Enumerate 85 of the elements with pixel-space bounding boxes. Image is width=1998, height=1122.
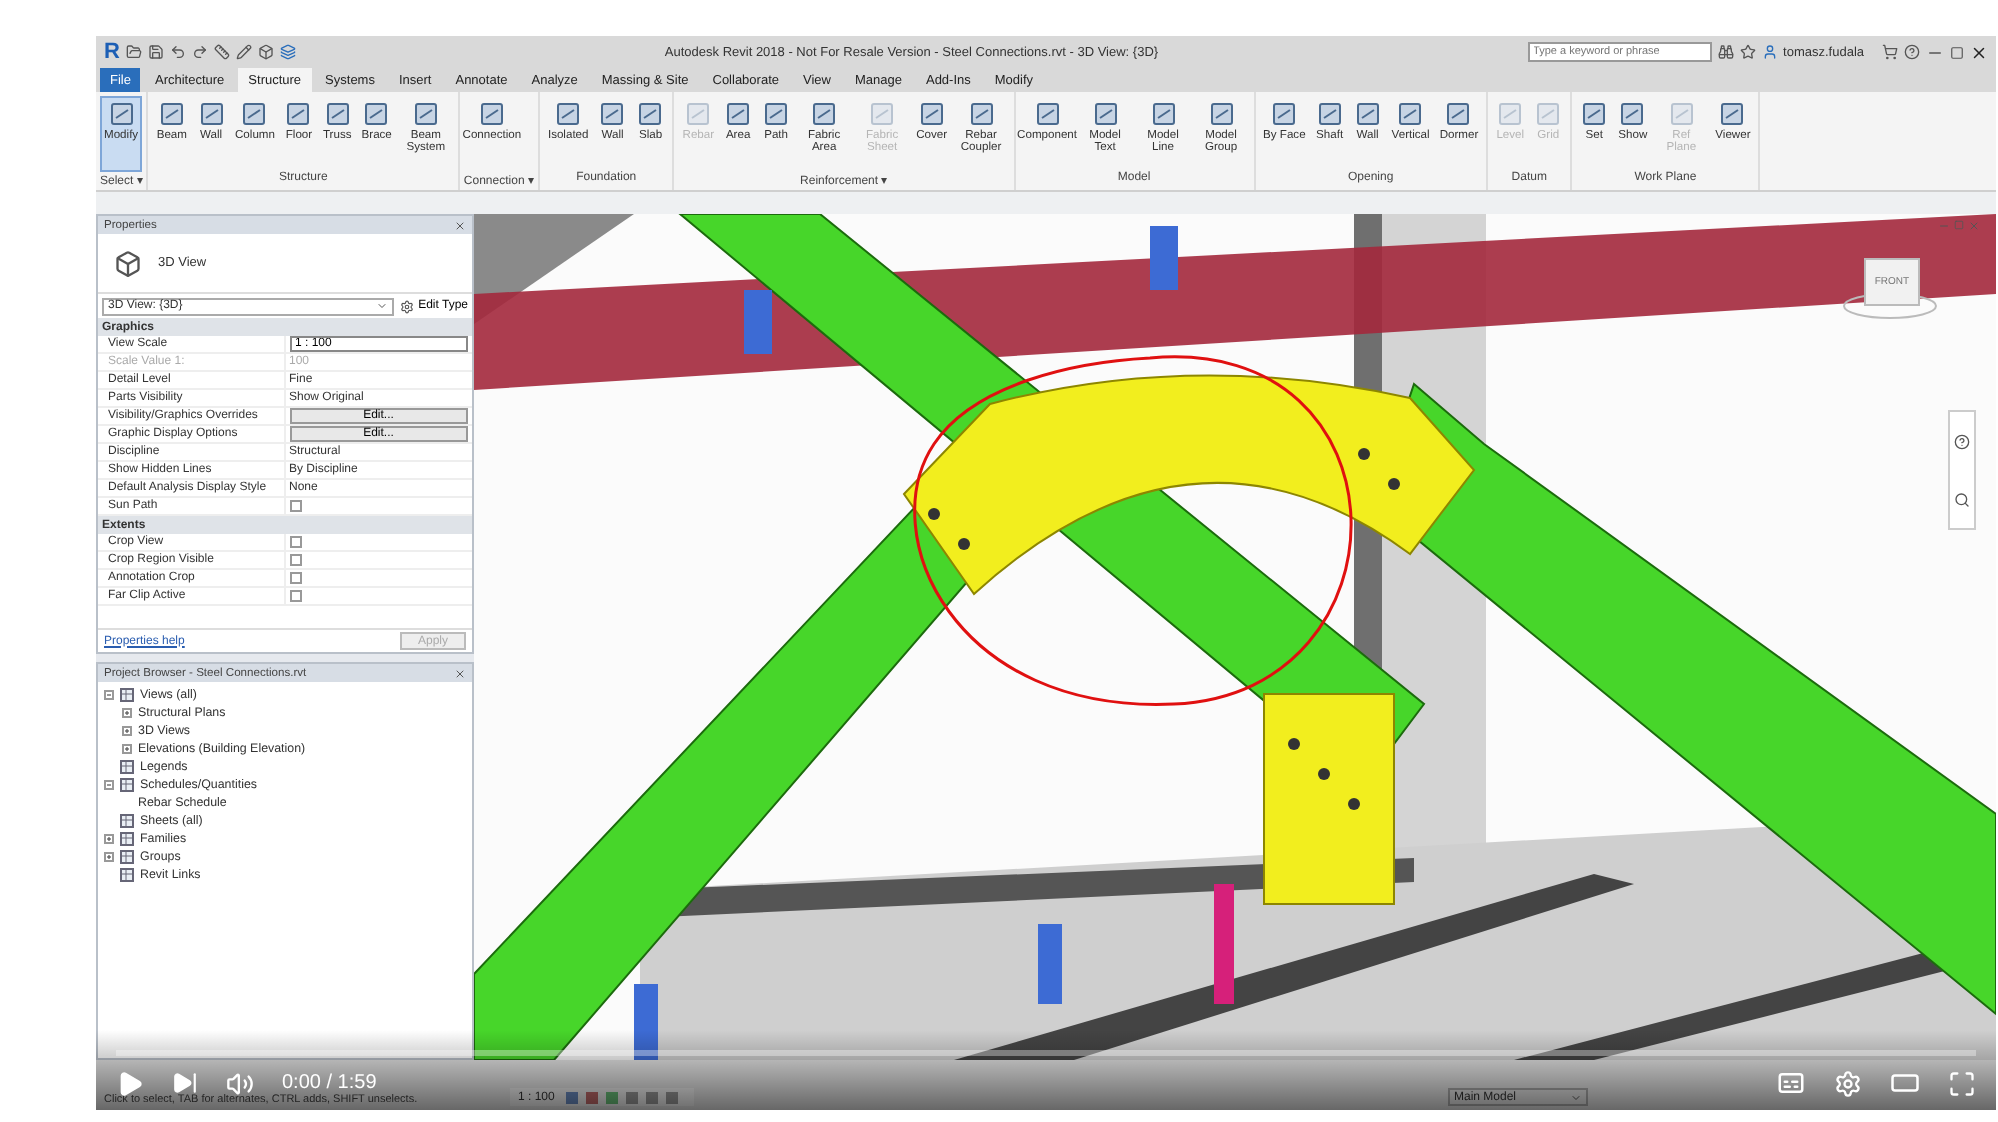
tool-icon <box>284 100 313 128</box>
expand-icon[interactable] <box>122 744 132 754</box>
tool-icon <box>323 100 352 128</box>
tool-icon <box>1580 100 1609 128</box>
caret-icon <box>376 300 389 312</box>
tool-icon <box>1444 100 1473 128</box>
tool-icon <box>1396 100 1425 128</box>
folder-icon[interactable] <box>125 44 142 60</box>
tool-icon <box>554 100 583 128</box>
redo-icon[interactable] <box>191 44 208 60</box>
tool-icon <box>477 100 506 128</box>
sheet-icon <box>120 850 134 864</box>
captions-button[interactable] <box>1776 1068 1806 1098</box>
cube-icon <box>114 249 142 277</box>
tool-icon <box>107 100 136 128</box>
tool-icon <box>1496 100 1525 128</box>
tool-icon <box>1618 100 1647 128</box>
tool-icon <box>598 100 627 128</box>
sheet-icon <box>120 868 134 882</box>
theater-mode-button[interactable] <box>1890 1068 1920 1098</box>
tool-icon <box>1315 100 1344 128</box>
expand-icon[interactable] <box>122 726 132 736</box>
sheet-icon <box>120 814 134 828</box>
tool-icon <box>1091 100 1120 128</box>
sheet-icon <box>120 688 134 702</box>
app-logo[interactable]: R <box>104 40 120 64</box>
tool-icon <box>762 100 791 128</box>
fullscreen-button[interactable] <box>1948 1069 1976 1097</box>
pencil-icon[interactable] <box>235 44 252 60</box>
collapse-icon[interactable] <box>104 780 114 790</box>
restore-icon[interactable] <box>1950 45 1964 59</box>
tool-icon <box>411 100 440 128</box>
close-icon[interactable] <box>1970 43 1988 61</box>
expand-icon[interactable] <box>104 834 114 844</box>
sheet-icon <box>120 760 134 774</box>
tool-icon <box>362 100 391 128</box>
progress-bar[interactable] <box>116 1050 1976 1056</box>
star-icon[interactable] <box>1739 44 1756 60</box>
tool-icon <box>724 100 753 128</box>
tool-icon <box>1149 100 1178 128</box>
collapse-icon[interactable] <box>104 690 114 700</box>
close-icon[interactable] <box>454 667 466 679</box>
settings-button[interactable] <box>1834 1069 1862 1097</box>
time-display: 0:00 / 1:59 <box>282 1072 377 1094</box>
save-icon[interactable] <box>147 44 164 60</box>
play-button[interactable] <box>116 1069 144 1097</box>
tool-icon <box>967 100 996 128</box>
tool-icon <box>1667 100 1696 128</box>
binoculars-icon[interactable] <box>1717 44 1734 60</box>
help-icon[interactable] <box>1904 44 1920 60</box>
tool-icon <box>197 100 225 128</box>
tool-icon <box>157 100 186 128</box>
zoom-icon[interactable] <box>1954 491 1970 507</box>
cube-icon[interactable] <box>257 44 274 60</box>
tool-icon <box>684 100 713 128</box>
user-icon[interactable] <box>1761 44 1778 60</box>
close-icon[interactable] <box>454 219 466 231</box>
tool-icon <box>1718 100 1747 128</box>
tool-icon <box>1033 100 1062 128</box>
tool-icon <box>1534 100 1563 128</box>
tool-icon <box>1207 100 1236 128</box>
undo-icon[interactable] <box>169 44 186 60</box>
layers-icon[interactable] <box>279 44 296 60</box>
tool-icon <box>917 100 946 128</box>
tool-icon <box>636 100 665 128</box>
expand-icon[interactable] <box>104 852 114 862</box>
expand-icon[interactable] <box>122 708 132 718</box>
ruler-icon[interactable] <box>213 44 230 60</box>
next-button[interactable] <box>172 1070 198 1096</box>
checkbox[interactable] <box>289 500 301 512</box>
volume-button[interactable] <box>226 1069 254 1097</box>
tool-icon <box>1353 100 1382 128</box>
gear-icon <box>400 299 415 313</box>
checkbox[interactable] <box>289 572 301 584</box>
checkbox[interactable] <box>289 554 301 566</box>
caret-icon <box>1570 1091 1582 1103</box>
tool-icon <box>1270 100 1299 128</box>
tool-icon <box>810 100 839 128</box>
cart-icon[interactable] <box>1882 44 1898 60</box>
checkbox[interactable] <box>289 536 301 548</box>
tool-icon <box>240 100 269 128</box>
sheet-icon <box>120 778 134 792</box>
tool-icon <box>868 100 897 128</box>
sheet-icon <box>120 832 134 846</box>
checkbox[interactable] <box>289 590 301 602</box>
